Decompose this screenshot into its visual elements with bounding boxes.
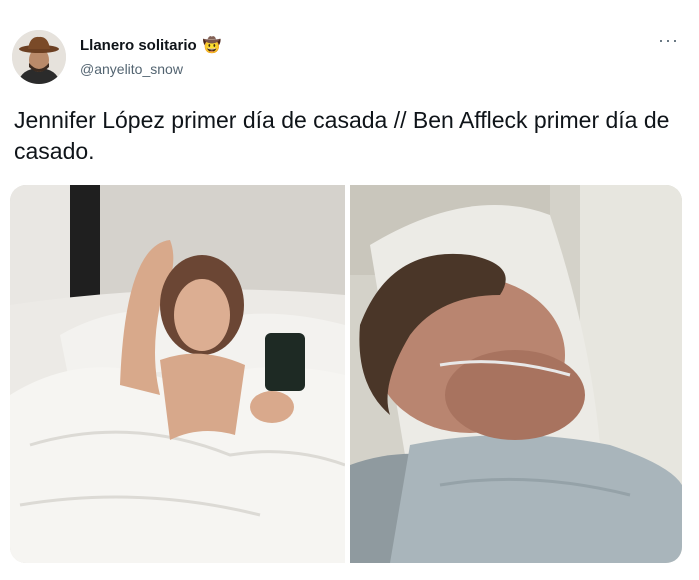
- photo-woman-in-bed-image: [10, 185, 345, 563]
- display-name[interactable]: Llanero solitario 🤠: [80, 36, 222, 55]
- tweet-text: Jennifer López primer día de casada // B…: [14, 107, 670, 164]
- tweet-media[interactable]: [10, 185, 682, 563]
- display-name-text: Llanero solitario: [80, 36, 197, 54]
- more-horizontal-icon[interactable]: ···: [658, 30, 679, 51]
- photo-man-in-hospital-bed[interactable]: [350, 185, 682, 563]
- cowboy-emoji-icon: 🤠: [202, 37, 222, 54]
- photo-man-in-hospital-bed-image: [350, 185, 682, 563]
- photo-woman-in-bed[interactable]: [10, 185, 345, 563]
- user-avatar[interactable]: [12, 30, 66, 84]
- tweet-card: Llanero solitario 🤠 @anyelito_snow ··· J…: [0, 0, 699, 580]
- user-handle[interactable]: @anyelito_snow: [80, 61, 183, 77]
- avatar-image: [12, 30, 66, 84]
